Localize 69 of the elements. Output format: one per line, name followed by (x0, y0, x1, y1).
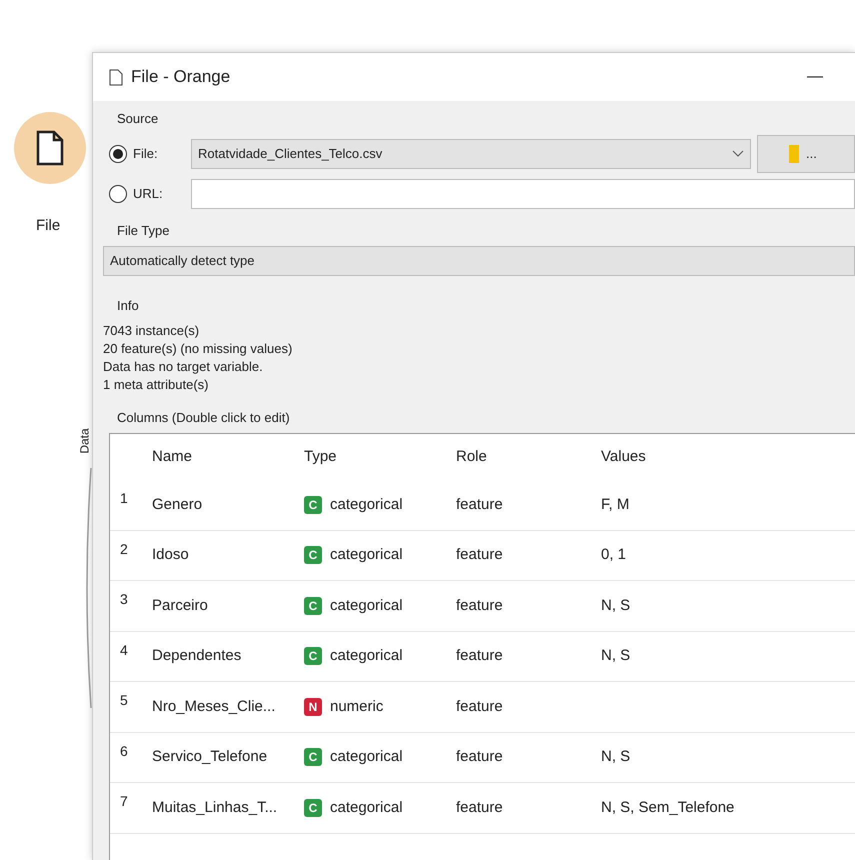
type-badge: C (304, 647, 322, 666)
row-number: 5 (119, 691, 129, 710)
radio-button[interactable] (109, 144, 127, 162)
link-label: Data (76, 428, 93, 454)
info-text: 20 feature(s) (no missing values) (103, 340, 294, 358)
row-number: 1 (119, 489, 129, 508)
section-title: File Type (117, 222, 171, 240)
type-badge: C (304, 748, 322, 766)
type-badge: C (304, 596, 322, 615)
row-number: 4 (119, 640, 129, 660)
radio-button[interactable] (109, 184, 127, 202)
row-number: 2 (119, 540, 129, 558)
table-cell-text: N, S (600, 747, 632, 767)
table-cell-text: N, S (600, 646, 632, 666)
column-header[interactable]: Name (146, 446, 298, 468)
table-cell-text: Parceiro (151, 596, 209, 616)
radio-label: URL: (133, 184, 164, 203)
info-text: 7043 instance(s) (103, 322, 200, 340)
table-cell-text: N, S, Sem_Telefone (600, 798, 736, 818)
table-cell-text: feature (455, 596, 504, 616)
url-field[interactable] (191, 178, 855, 208)
browse-button[interactable]: ... (757, 134, 855, 172)
info-text: 1 meta attribute(s) (103, 376, 210, 394)
section-title: Columns (Double click to edit) (117, 408, 291, 427)
type-badge: N (304, 698, 322, 716)
table-cell-text: feature (455, 545, 504, 565)
table-cell-text: Genero (151, 494, 204, 514)
table-cell-text: F, M (600, 494, 630, 514)
table-cell-text: feature (455, 747, 504, 767)
table-cell-text: feature (455, 696, 504, 716)
window-title: File - Orange (131, 66, 232, 88)
file-dropdown[interactable]: Rotatvidade_Clientes_Telco.csv (191, 138, 751, 168)
type-badge: C (304, 496, 322, 514)
type-badge: C (304, 798, 322, 817)
table-cell-text: feature (455, 646, 504, 666)
folder-icon (788, 144, 800, 164)
table-cell-text: categorical (330, 747, 403, 767)
column-header[interactable]: Role (450, 446, 595, 468)
info-text: Data has no target variable. (103, 358, 264, 376)
row-number: 7 (119, 792, 129, 811)
type-badge: C (304, 546, 322, 564)
row-number: 3 (119, 590, 129, 609)
table-cell-text: 0, 1 (600, 545, 628, 565)
node-label: File (36, 216, 60, 236)
table-cell-text: categorical (330, 494, 403, 514)
table-cell-text: Servico_Telefone (151, 747, 268, 767)
table-cell-text: categorical (330, 545, 403, 565)
table-cell-text: Idoso (151, 545, 190, 565)
table-cell-text: Nro_Meses_Clie... (151, 696, 276, 716)
table-cell-text: categorical (330, 798, 403, 818)
section-title: Info (117, 297, 140, 315)
table-cell-text: categorical (330, 596, 403, 616)
column-header[interactable]: Type (298, 446, 450, 468)
table-cell-text: Dependentes (151, 646, 242, 666)
table-cell-text: feature (455, 798, 504, 818)
table-cell-text: feature (455, 494, 504, 514)
minimize-button[interactable]: — (807, 65, 839, 89)
table-cell-text: Muitas_Linhas_T... (151, 798, 278, 818)
table-cell-text: numeric (330, 696, 384, 716)
document-icon (36, 130, 64, 166)
file-type-dropdown[interactable]: Automatically detect type (103, 246, 855, 276)
table-cell-text: N, S (600, 596, 632, 616)
document-icon (109, 68, 123, 86)
chevron-down-icon (732, 150, 744, 158)
table-cell-text: categorical (330, 646, 403, 666)
column-header[interactable]: Values (595, 446, 855, 468)
row-number: 6 (119, 742, 129, 760)
radio-label: File: (133, 144, 159, 163)
section-title: Source (117, 110, 160, 128)
